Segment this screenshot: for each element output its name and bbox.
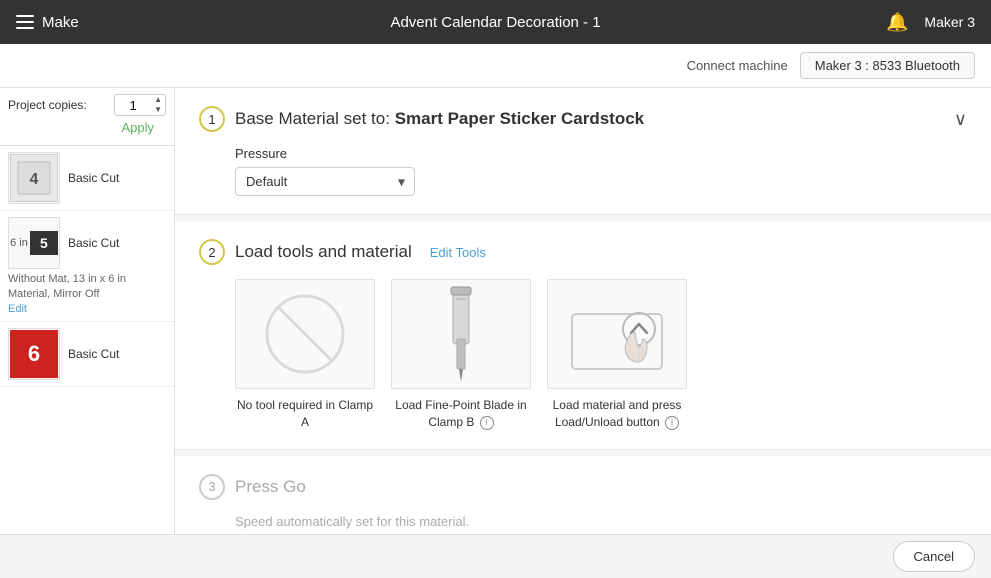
section-3-title: Press Go bbox=[235, 477, 306, 497]
content-area: 1 Base Material set to: Smart Paper Stic… bbox=[175, 88, 991, 578]
step-2-number: 2 bbox=[208, 245, 215, 260]
sidebar-item-5-info: Without Mat, 13 in x 6 inMaterial, Mirro… bbox=[8, 272, 126, 303]
bell-icon[interactable]: 🔔 bbox=[886, 12, 908, 33]
header-right: 🔔 Maker 3 bbox=[886, 12, 975, 33]
sidebar-item-5[interactable]: 6 in 5 Basic Cut Without Mat, 13 in x 6 … bbox=[0, 211, 174, 322]
sidebar-item-6-label: Basic Cut bbox=[68, 347, 119, 361]
sidebar-item-4-label: Basic Cut bbox=[68, 171, 119, 185]
thumb-4-svg: 4 bbox=[16, 160, 52, 196]
sidebar-thumb-4: 4 bbox=[8, 152, 60, 204]
header: Make Advent Calendar Decoration - 1 🔔 Ma… bbox=[0, 0, 991, 44]
section-1-expand-icon[interactable]: ∨ bbox=[954, 109, 967, 130]
load-material-svg bbox=[567, 284, 667, 384]
step-2-circle: 2 bbox=[199, 239, 225, 265]
sidebar-scroll: 4 Basic Cut 6 in 5 Basic Cut bbox=[0, 146, 174, 566]
sidebar-item-5-edit[interactable]: Edit bbox=[8, 303, 27, 315]
press-go-subtitle: Speed automatically set for this materia… bbox=[235, 514, 967, 529]
header-machine-label: Maker 3 bbox=[924, 14, 975, 30]
sidebar-item-6[interactable]: 6 Basic Cut bbox=[0, 322, 174, 387]
main-layout: Project copies: 1 ▲ ▼ Apply bbox=[0, 88, 991, 578]
fine-point-blade-svg bbox=[431, 284, 491, 384]
fine-point-blade-image bbox=[391, 279, 531, 389]
copies-up-arrow[interactable]: ▲ bbox=[151, 95, 165, 105]
step-1-circle: 1 bbox=[199, 106, 225, 132]
copies-down-arrow[interactable]: ▼ bbox=[151, 105, 165, 115]
project-copies-label: Project copies: bbox=[8, 98, 108, 112]
footer: Cancel bbox=[0, 534, 991, 578]
edit-tools-link[interactable]: Edit Tools bbox=[430, 245, 486, 260]
connect-machine-label: Connect machine bbox=[687, 58, 788, 73]
pressure-select-wrap: Default More Less bbox=[235, 167, 415, 196]
section-2-header: 2 Load tools and material Edit Tools bbox=[199, 239, 967, 265]
pressure-section: Pressure Default More Less bbox=[235, 146, 967, 196]
connect-machine-button[interactable]: Maker 3 : 8533 Bluetooth bbox=[800, 52, 975, 79]
section-1: 1 Base Material set to: Smart Paper Stic… bbox=[175, 88, 991, 215]
load-material-image bbox=[547, 279, 687, 389]
section-1-header: 1 Base Material set to: Smart Paper Stic… bbox=[199, 106, 967, 132]
svg-text:4: 4 bbox=[30, 171, 39, 188]
sidebar-item-5-label: Basic Cut bbox=[68, 236, 119, 250]
cancel-button[interactable]: Cancel bbox=[893, 541, 975, 572]
section-1-title-bold: Smart Paper Sticker Cardstock bbox=[395, 109, 644, 128]
section-2: 2 Load tools and material Edit Tools No … bbox=[175, 221, 991, 450]
sidebar-thumb-6: 6 bbox=[8, 328, 60, 380]
no-tool-desc: No tool required in Clamp A bbox=[235, 397, 375, 431]
no-tool-image bbox=[235, 279, 375, 389]
header-make-label: Make bbox=[42, 14, 79, 31]
pressure-select[interactable]: Default More Less bbox=[235, 167, 415, 196]
section-3-header: 3 Press Go bbox=[199, 474, 967, 500]
hamburger-menu[interactable]: Make bbox=[16, 14, 79, 31]
no-tool-svg bbox=[260, 289, 350, 379]
hamburger-icon bbox=[16, 15, 34, 29]
copies-input-wrap: 1 ▲ ▼ bbox=[114, 94, 166, 116]
step-3-number: 3 bbox=[208, 479, 215, 494]
step-3-circle: 3 bbox=[199, 474, 225, 500]
section-1-title-prefix: Base Material set to: bbox=[235, 109, 395, 128]
tool-card-fine-point: Load Fine-Point Blade in Clamp B i bbox=[391, 279, 531, 431]
header-title: Advent Calendar Decoration - 1 bbox=[390, 14, 600, 31]
fine-point-info-icon[interactable]: i bbox=[480, 416, 494, 430]
pressure-label: Pressure bbox=[235, 146, 967, 161]
copies-arrows: ▲ ▼ bbox=[151, 95, 165, 115]
load-material-desc: Load material and press Load/Unload butt… bbox=[547, 397, 687, 431]
tool-card-no-tool: No tool required in Clamp A bbox=[235, 279, 375, 431]
connect-bar: Connect machine Maker 3 : 8533 Bluetooth bbox=[0, 44, 991, 88]
tool-card-load-material: Load material and press Load/Unload butt… bbox=[547, 279, 687, 431]
sidebar: Project copies: 1 ▲ ▼ Apply bbox=[0, 88, 175, 578]
sidebar-thumb-5: 6 in 5 bbox=[8, 217, 60, 269]
copies-input[interactable]: 1 bbox=[115, 96, 151, 115]
load-material-info-icon[interactable]: i bbox=[665, 416, 679, 430]
step-1-number: 1 bbox=[208, 112, 215, 127]
section-2-title: Load tools and material bbox=[235, 242, 412, 262]
apply-button[interactable]: Apply bbox=[115, 116, 160, 139]
section-1-title: Base Material set to: Smart Paper Sticke… bbox=[235, 109, 644, 129]
tools-row: No tool required in Clamp A bbox=[235, 279, 967, 431]
sidebar-item-4[interactable]: 4 Basic Cut bbox=[0, 146, 174, 211]
fine-point-blade-desc: Load Fine-Point Blade in Clamp B i bbox=[391, 397, 531, 431]
